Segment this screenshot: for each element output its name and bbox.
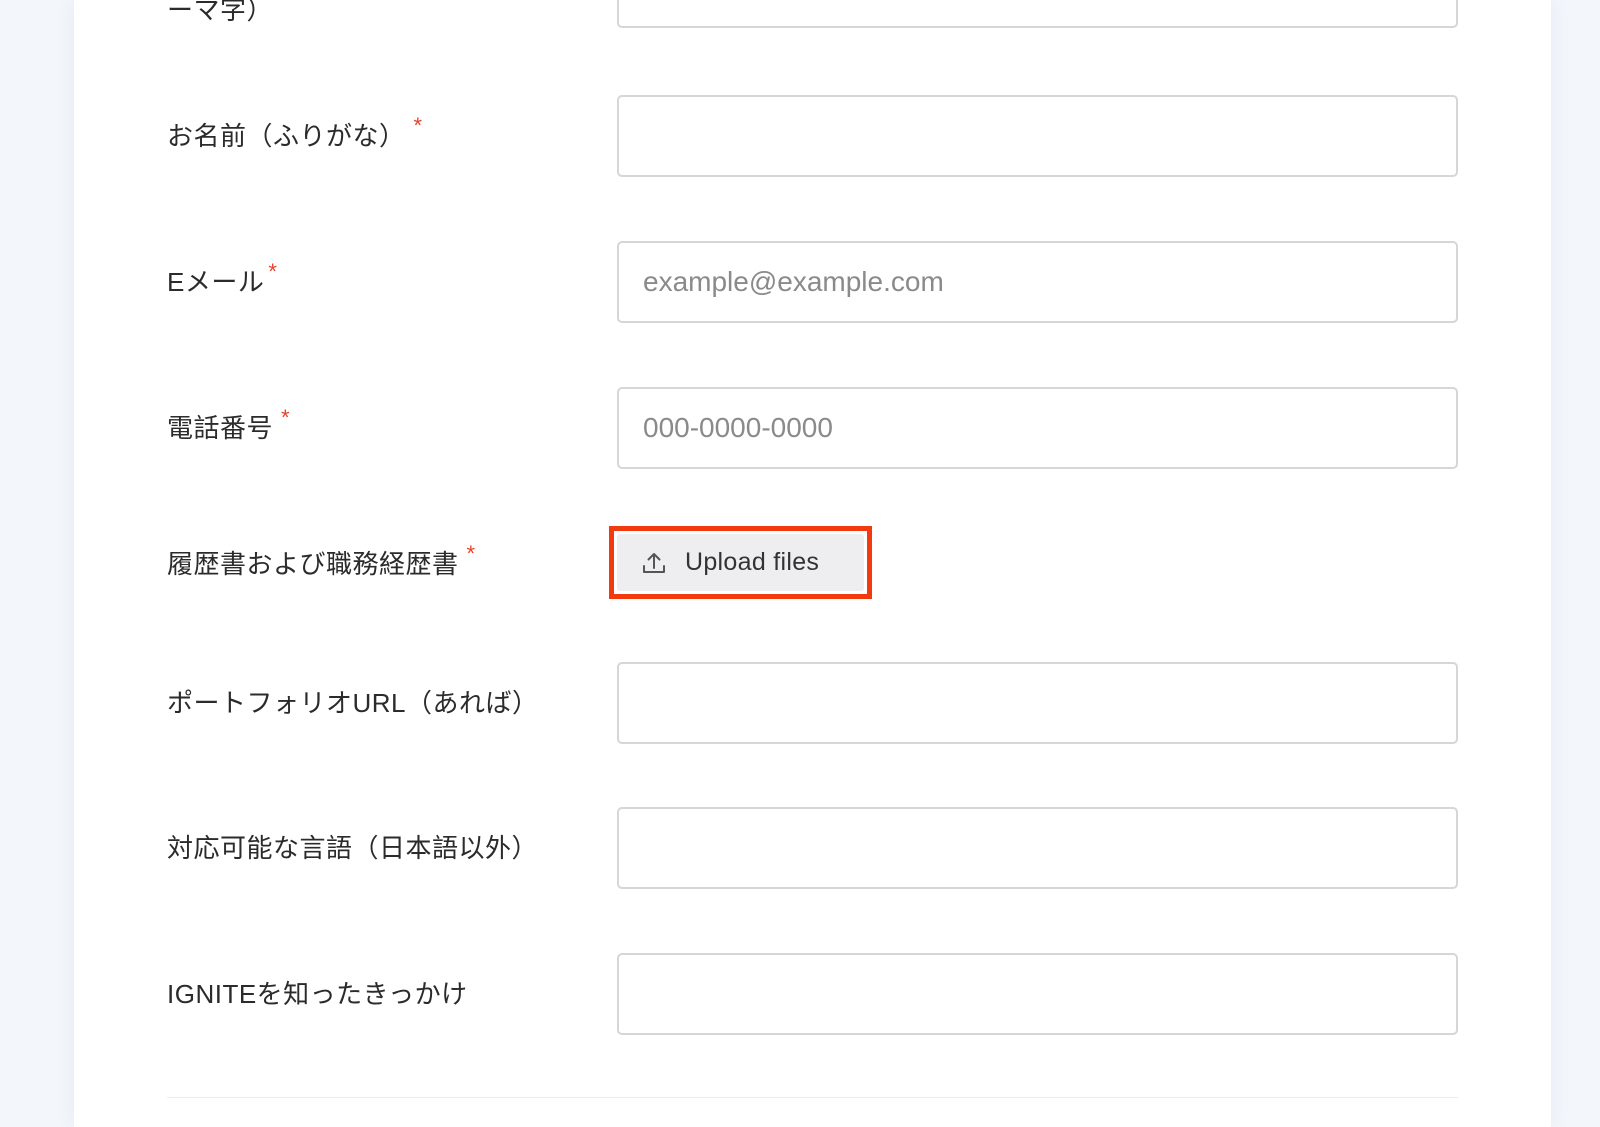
phone-input[interactable] xyxy=(617,387,1458,469)
languages-label-text: 対応可能な言語（日本語以外） xyxy=(167,833,539,863)
upload-files-label: Upload files xyxy=(685,548,820,576)
name-romaji-input[interactable] xyxy=(617,0,1458,28)
portfolio-label-text: ポートフォリオURL（あれば） xyxy=(167,688,539,718)
name-kana-input[interactable] xyxy=(617,95,1458,177)
name-romaji-label-text: ーマ字） xyxy=(167,0,274,25)
portfolio-url-input[interactable] xyxy=(617,662,1458,744)
resume-label: 履歴書および職務経歴書 * xyxy=(167,543,476,581)
languages-input[interactable] xyxy=(617,807,1458,889)
required-mark: * xyxy=(268,259,278,284)
email-label-text: Eメール xyxy=(167,267,265,297)
required-mark: * xyxy=(413,113,423,138)
required-mark: * xyxy=(281,0,290,11)
phone-label: 電話番号 * xyxy=(167,407,290,445)
name-kana-label: お名前（ふりがな） * xyxy=(167,115,423,153)
upload-files-button[interactable]: Upload files xyxy=(617,534,864,591)
portfolio-label: ポートフォリオURL（あれば） xyxy=(167,686,539,720)
resume-label-text: 履歴書および職務経歴書 xyxy=(167,549,459,579)
section-divider xyxy=(167,1097,1458,1098)
languages-label: 対応可能な言語（日本語以外） xyxy=(167,831,538,865)
required-mark: * xyxy=(281,405,291,430)
referral-input[interactable] xyxy=(617,953,1458,1035)
referral-label-text: IGNITEを知ったきっかけ xyxy=(167,979,468,1009)
name-kana-label-text: お名前（ふりがな） xyxy=(167,121,406,151)
email-input[interactable] xyxy=(617,241,1458,323)
referral-label: IGNITEを知ったきっかけ xyxy=(167,977,468,1011)
name-romaji-label: ーマ字） * xyxy=(167,0,290,27)
required-mark: * xyxy=(466,541,476,566)
phone-label-text: 電話番号 xyxy=(167,413,274,443)
email-label: Eメール * xyxy=(167,261,277,299)
application-form-card: ーマ字）* お名前（ふりがな）* Eメール* 電話番号* 履歴書および職務経歴書… xyxy=(74,0,1551,1127)
upload-icon xyxy=(641,550,667,576)
